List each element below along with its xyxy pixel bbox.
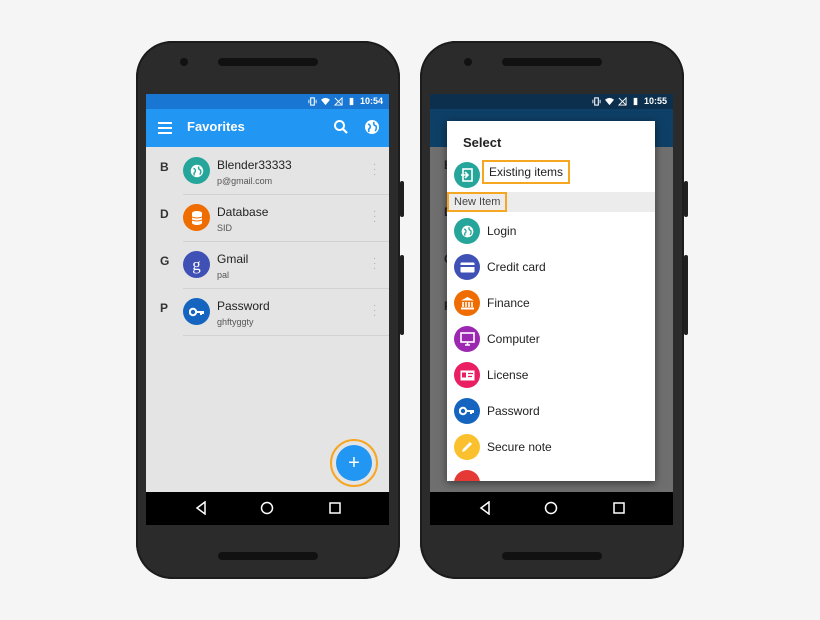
globe-icon [183,157,210,184]
import-icon [454,162,480,188]
no-signal-icon [617,96,627,106]
earpiece-speaker [502,58,602,66]
menu-icon[interactable] [158,120,172,134]
page-title: Favorites [187,119,245,134]
nav-bar [430,492,673,525]
globe-icon [454,218,480,244]
volume-button [684,181,688,217]
battery-icon [349,97,354,105]
back-icon[interactable] [194,501,208,515]
option-login[interactable]: Login [447,213,655,249]
fab-highlight: + [330,439,378,487]
screen-select-dialog: 10:55 B D G P Select Existing items New … [430,94,673,525]
item-subtitle: SID [217,223,233,233]
option-label: Finance [487,296,530,310]
option-label: License [487,368,529,382]
power-button [684,255,688,335]
item-title: Gmail [217,252,249,266]
item-title: Blender33333 [217,158,292,172]
google-icon: g [183,251,210,278]
existing-items-label: Existing items [482,160,571,184]
phone-right: 10:55 B D G P Select Existing items New … [420,41,688,579]
section-letter: B [160,160,169,174]
license-icon [454,362,480,388]
home-icon[interactable] [260,501,274,515]
option-credit-card[interactable]: Credit card [447,249,655,285]
option-secure-note[interactable]: Secure note [447,429,655,465]
globe-icon[interactable] [363,118,381,136]
home-icon[interactable] [544,501,558,515]
bottom-speaker [218,552,318,560]
select-dialog: Select Existing items New Item Login Cre… [447,121,655,481]
recents-icon[interactable] [328,501,342,515]
option-label: Login [487,224,517,238]
wifi-icon [320,97,330,105]
battery-icon [633,97,638,105]
item-subtitle: pal [217,270,230,280]
new-item-header: New Item [447,192,655,212]
option-partial[interactable] [447,465,655,481]
option-license[interactable]: License [447,357,655,393]
key-icon [454,398,480,424]
back-icon[interactable] [478,501,492,515]
database-icon [183,204,210,231]
dialog-title: Select [463,135,502,150]
list-item[interactable]: B Blender33333 p@gmail.com · · · [146,148,389,195]
power-button [400,255,404,335]
list-item[interactable]: G g Gmail pal · · · [146,242,389,289]
credit-card-icon [454,254,480,280]
option-label: Computer [487,332,540,346]
vibrate-icon [592,96,601,106]
option-label: Credit card [487,260,546,274]
new-item-label: New Item [447,192,508,212]
more-icon[interactable]: · · · [373,254,377,274]
section-letter: G [160,254,170,268]
item-icon [454,470,480,481]
option-computer[interactable]: Computer [447,321,655,357]
search-icon[interactable] [332,118,350,136]
list-item[interactable]: P Password ghftyggty · · · [146,289,389,336]
app-bar: Favorites [146,109,389,147]
volume-button [400,181,404,217]
recents-icon[interactable] [612,501,626,515]
monitor-icon [454,326,480,352]
bank-icon [454,290,480,316]
option-label: Secure note [487,440,552,454]
phone-left: 10:54 Favorites B Blender33333 p@gmail.c… [136,41,404,579]
item-title: Database [217,205,269,219]
earpiece-speaker [218,58,318,66]
list-item[interactable]: D Database SID · · · [146,195,389,242]
option-label: Password [487,404,540,418]
status-bar: 10:55 [430,94,673,109]
no-signal-icon [333,96,343,106]
front-camera [464,58,472,66]
vibrate-icon [308,96,317,106]
option-password[interactable]: Password [447,393,655,429]
more-icon[interactable]: · · · [373,160,377,180]
key-icon [183,298,210,325]
section-letter: P [160,301,169,315]
wifi-icon [604,97,614,105]
pencil-icon [454,434,480,460]
status-time: 10:55 [643,96,667,106]
bottom-speaker [502,552,602,560]
existing-items-option[interactable]: Existing items [447,157,655,193]
front-camera [180,58,188,66]
more-icon[interactable]: · · · [373,207,377,227]
more-icon[interactable]: · · · [373,301,377,321]
option-finance[interactable]: Finance [447,285,655,321]
section-letter: D [160,207,169,221]
screen-favorites: 10:54 Favorites B Blender33333 p@gmail.c… [146,94,389,525]
nav-bar [146,492,389,525]
status-bar: 10:54 [146,94,389,109]
item-title: Password [217,299,270,313]
divider [183,335,389,336]
add-item-button[interactable]: + [336,445,372,481]
status-time: 10:54 [359,96,383,106]
item-subtitle: p@gmail.com [217,176,273,186]
item-subtitle: ghftyggty [217,317,254,327]
